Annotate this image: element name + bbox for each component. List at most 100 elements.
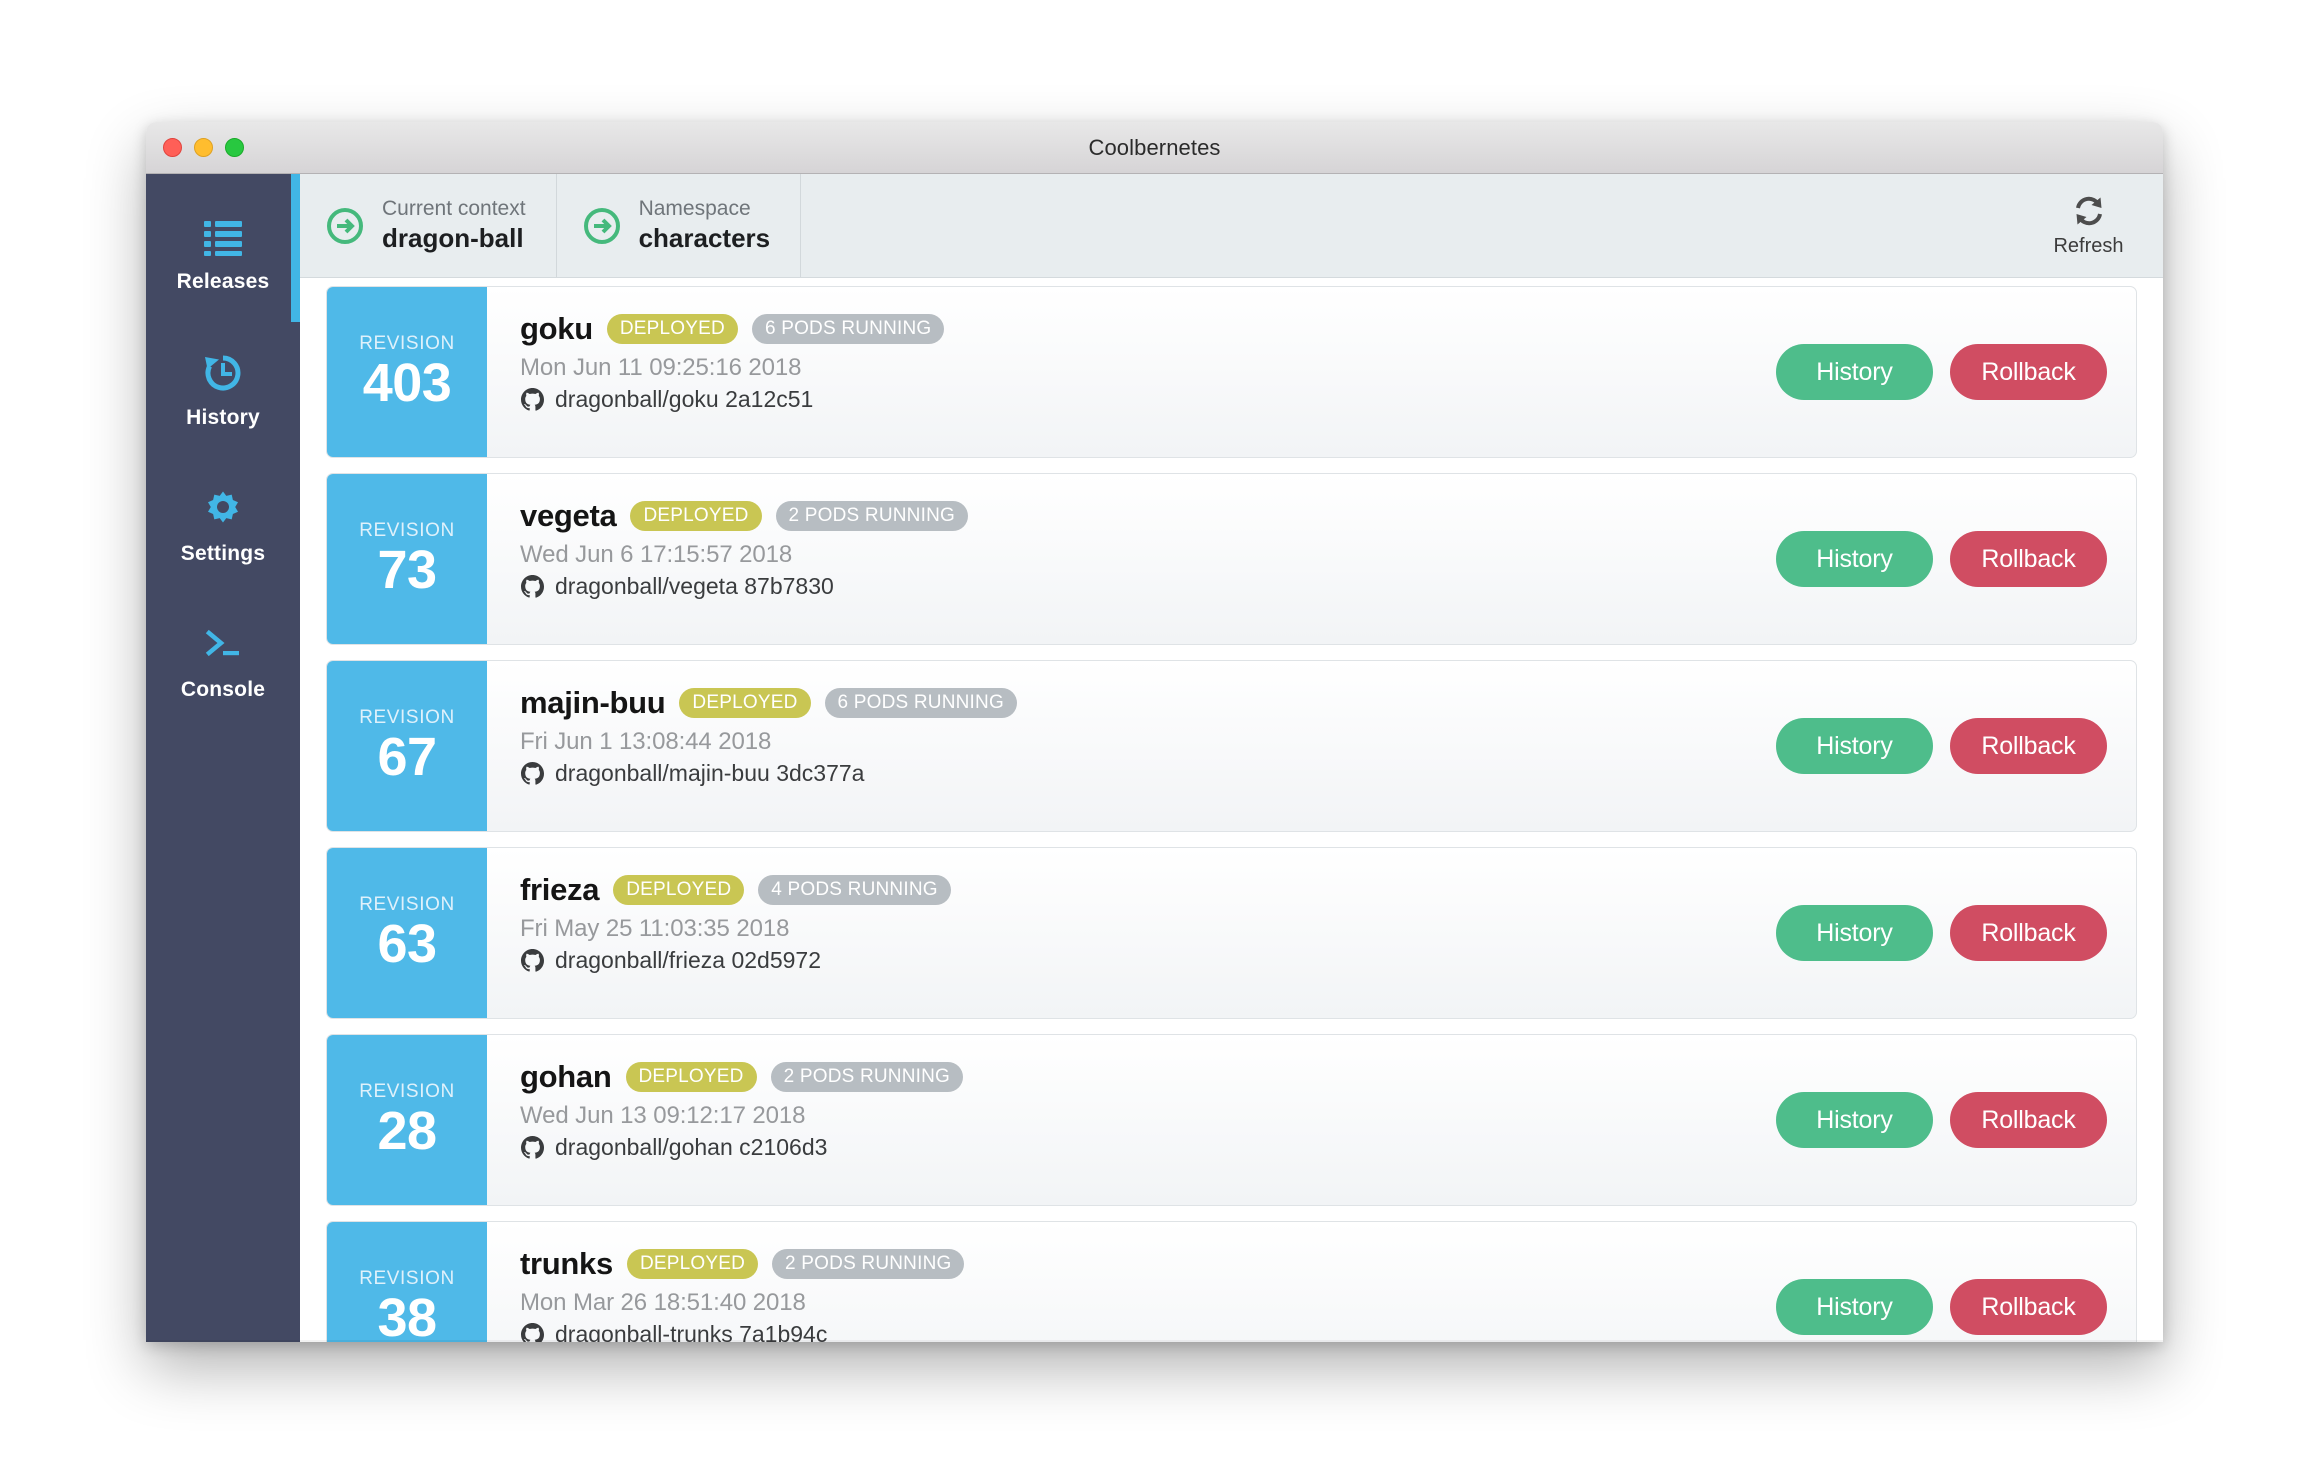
release-actions: History Rollback [1776, 848, 2136, 1018]
list-icon [201, 215, 245, 259]
namespace-value: characters [638, 222, 771, 253]
release-repo-row: dragonball/vegeta 87b7830 [520, 573, 1776, 600]
rollback-button[interactable]: Rollback [1950, 1279, 2107, 1335]
sidebar-item-label: Settings [180, 541, 266, 565]
refresh-label: Refresh [2053, 235, 2124, 257]
namespace-label: Namespace [638, 197, 751, 221]
release-name: gohan [520, 1059, 612, 1094]
revision-number: 38 [377, 1287, 437, 1342]
pods-badge: 2 PODS RUNNING [772, 1249, 965, 1279]
release-card[interactable]: REVISION 67 majin-buu DEPLOYED 6 PODS RU… [326, 660, 2137, 832]
revision-label: REVISION [359, 332, 455, 354]
release-date: Wed Jun 13 09:12:17 2018 [520, 1102, 806, 1129]
release-card[interactable]: REVISION 28 gohan DEPLOYED 2 PODS RUNNIN… [326, 1034, 2137, 1206]
github-icon [520, 1135, 545, 1160]
release-date: Wed Jun 6 17:15:57 2018 [520, 541, 793, 568]
github-icon [520, 761, 545, 786]
history-button[interactable]: History [1776, 718, 1933, 774]
sidebar-item-console[interactable]: Console [146, 594, 300, 730]
history-button[interactable]: History [1776, 344, 1933, 400]
pods-badge: 6 PODS RUNNING [751, 314, 945, 344]
release-actions: History Rollback [1776, 474, 2136, 644]
release-title-row: vegeta DEPLOYED 2 PODS RUNNING [520, 498, 1776, 534]
rollback-button[interactable]: Rollback [1950, 905, 2107, 961]
status-badge: DEPLOYED [606, 314, 738, 344]
namespace-selector[interactable]: Namespace characters [557, 174, 802, 277]
arrow-circle-right-icon [326, 207, 364, 245]
revision-number: 403 [362, 352, 452, 413]
rollback-button[interactable]: Rollback [1950, 718, 2107, 774]
arrow-circle-right-icon [583, 207, 621, 245]
current-context-selector[interactable]: Current context dragon-ball [300, 174, 557, 277]
release-card[interactable]: REVISION 403 goku DEPLOYED 6 PODS RUNNIN… [326, 286, 2137, 458]
release-info: gohan DEPLOYED 2 PODS RUNNING Wed Jun 13… [487, 1035, 1776, 1205]
release-repo: dragonball/goku 2a12c51 [555, 386, 814, 412]
status-badge: DEPLOYED [613, 875, 745, 905]
window-titlebar: Coolbernetes [146, 122, 2163, 174]
history-button[interactable]: History [1776, 531, 1933, 587]
release-date: Mon Mar 26 18:51:40 2018 [520, 1289, 806, 1316]
release-name: vegeta [520, 498, 617, 533]
release-list[interactable]: REVISION 403 goku DEPLOYED 6 PODS RUNNIN… [300, 278, 2163, 1342]
pods-badge: 4 PODS RUNNING [758, 875, 951, 905]
release-repo-row: dragonball/frieza 02d5972 [520, 947, 1776, 974]
release-title-row: frieza DEPLOYED 4 PODS RUNNING [520, 872, 1776, 908]
release-info: frieza DEPLOYED 4 PODS RUNNING Fri May 2… [487, 848, 1776, 1018]
release-repo: dragonball/vegeta 87b7830 [555, 573, 834, 599]
rollback-button[interactable]: Rollback [1950, 344, 2107, 400]
release-repo-row: dragonball/majin-buu 3dc377a [520, 760, 1776, 787]
release-name: goku [520, 311, 593, 346]
github-icon [520, 387, 545, 412]
release-card[interactable]: REVISION 38 trunks DEPLOYED 2 PODS RUNNI… [326, 1221, 2137, 1342]
refresh-button[interactable]: Refresh [2013, 174, 2163, 277]
status-badge: DEPLOYED [625, 1062, 757, 1092]
release-repo: dragonball-trunks 7a1b94c [555, 1321, 828, 1342]
pods-badge: 2 PODS RUNNING [770, 1062, 964, 1092]
revision-label: REVISION [359, 893, 455, 915]
release-date: Mon Jun 11 09:25:16 2018 [520, 354, 802, 381]
history-icon [201, 351, 245, 395]
release-actions: History Rollback [1776, 287, 2136, 457]
sidebar-item-releases[interactable]: Releases [146, 174, 300, 322]
desktop-background: Coolbernetes Releases History Settings C… [0, 0, 2308, 1468]
release-repo: dragonball/gohan c2106d3 [555, 1134, 828, 1160]
release-name: majin-buu [520, 685, 666, 720]
revision-label: REVISION [359, 1080, 455, 1102]
release-title-row: gohan DEPLOYED 2 PODS RUNNING [520, 1059, 1776, 1095]
revision-block: REVISION 403 [327, 287, 487, 457]
release-title-row: majin-buu DEPLOYED 6 PODS RUNNING [520, 685, 1776, 721]
release-title-row: trunks DEPLOYED 2 PODS RUNNING [520, 1246, 1776, 1282]
release-info: majin-buu DEPLOYED 6 PODS RUNNING Fri Ju… [487, 661, 1776, 831]
sidebar-item-settings[interactable]: Settings [146, 458, 300, 594]
github-icon [520, 1322, 545, 1342]
history-button[interactable]: History [1776, 1092, 1933, 1148]
context-bar-spacer [801, 174, 2013, 277]
content-area: Current context dragon-ball Namespace ch… [146, 174, 2163, 1342]
release-repo: dragonball/majin-buu 3dc377a [555, 760, 865, 786]
pods-badge: 2 PODS RUNNING [775, 501, 968, 531]
terminal-icon [201, 623, 245, 667]
release-card[interactable]: REVISION 73 vegeta DEPLOYED 2 PODS RUNNI… [326, 473, 2137, 645]
release-card[interactable]: REVISION 63 frieza DEPLOYED 4 PODS RUNNI… [326, 847, 2137, 1019]
sidebar-item-label: Console [180, 677, 266, 701]
window-bottom-edge [146, 1340, 2163, 1342]
revision-number: 63 [377, 913, 437, 974]
rollback-button[interactable]: Rollback [1950, 531, 2107, 587]
history-button[interactable]: History [1776, 1279, 1933, 1335]
refresh-icon [2071, 193, 2107, 229]
release-repo-row: dragonball/gohan c2106d3 [520, 1134, 1776, 1161]
release-actions: History Rollback [1776, 1222, 2136, 1342]
revision-number: 73 [377, 539, 437, 600]
sidebar-item-history[interactable]: History [146, 322, 300, 458]
release-info: goku DEPLOYED 6 PODS RUNNING Mon Jun 11 … [487, 287, 1776, 457]
revision-block: REVISION 73 [327, 474, 487, 644]
release-info: vegeta DEPLOYED 2 PODS RUNNING Wed Jun 6… [487, 474, 1776, 644]
status-badge: DEPLOYED [679, 688, 811, 718]
app-window: Coolbernetes Releases History Settings C… [146, 122, 2163, 1342]
release-repo-row: dragonball/goku 2a12c51 [520, 386, 1776, 413]
sidebar: Releases History Settings Console [146, 174, 300, 1342]
rollback-button[interactable]: Rollback [1950, 1092, 2107, 1148]
revision-label: REVISION [359, 706, 455, 728]
release-actions: History Rollback [1776, 661, 2136, 831]
history-button[interactable]: History [1776, 905, 1933, 961]
